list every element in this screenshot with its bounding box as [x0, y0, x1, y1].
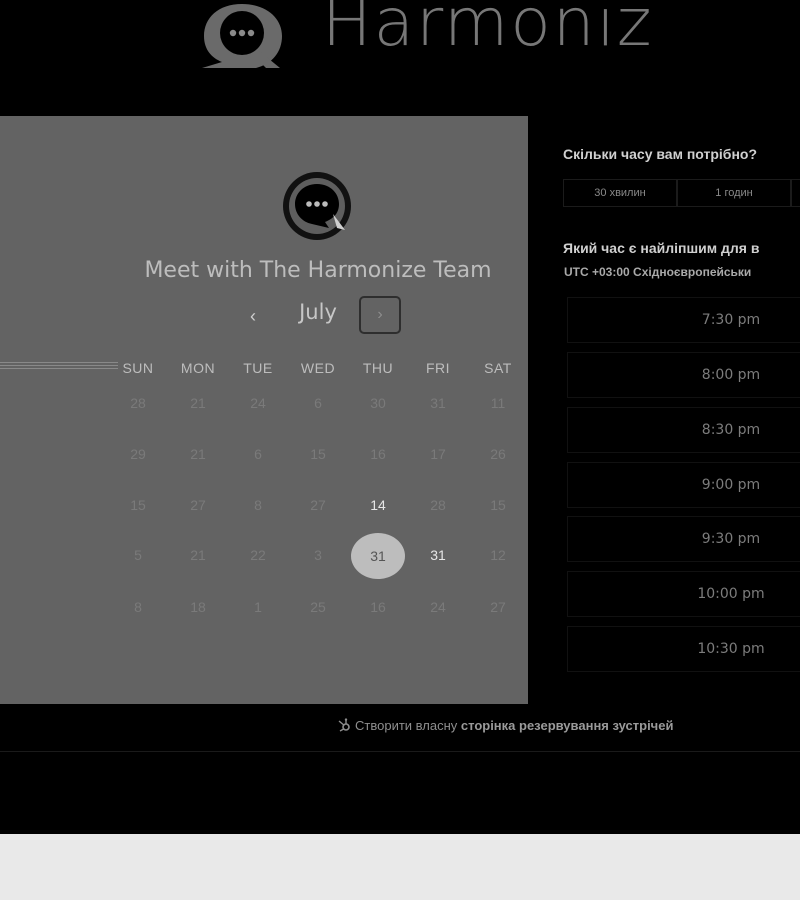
hubspot-sprocket-icon: [338, 718, 350, 732]
unavailable-day: 28: [130, 395, 146, 411]
unavailable-day: 1: [254, 599, 262, 615]
unavailable-day: 21: [190, 547, 206, 563]
unavailable-day: 15: [310, 446, 326, 462]
time-slot[interactable]: 8:30 pm: [567, 407, 800, 453]
timezone-name: Східноєвропейськи: [633, 265, 752, 279]
next-month-button[interactable]: ›: [359, 296, 401, 334]
time-slot[interactable]: 10:30 pm: [567, 626, 800, 672]
weekday-label: FRI: [425, 360, 451, 376]
divider: [0, 362, 118, 372]
time-question: Який час є найліпшим для в: [563, 240, 760, 256]
time-slot[interactable]: 10:00 pm: [567, 571, 800, 617]
unavailable-day: 29: [130, 446, 146, 462]
time-slot[interactable]: 9:30 pm: [567, 516, 800, 562]
footer-link-text: сторінка резервування зустрічей: [460, 718, 674, 733]
duration-option[interactable]: 1 годин: [677, 179, 791, 207]
available-day[interactable]: 14: [348, 497, 408, 513]
unavailable-day: 24: [250, 395, 266, 411]
unavailable-day: 24: [430, 599, 446, 615]
header: Harmoniz: [0, 0, 800, 115]
unavailable-day: 12: [490, 547, 506, 563]
weekday-label: MON: [180, 360, 216, 376]
unavailable-day: 21: [190, 446, 206, 462]
chat-bubble-icon: [202, 4, 282, 68]
unavailable-day: 26: [490, 446, 506, 462]
weekday-label: SUN: [122, 360, 154, 376]
unavailable-day: 15: [130, 497, 146, 513]
duration-option[interactable]: 30 хвилин: [563, 179, 677, 207]
time-slot-label: 10:00 pm: [697, 586, 765, 602]
time-slot-label: 7:30 pm: [701, 312, 761, 328]
unavailable-day: 30: [370, 395, 386, 411]
footer-prefix: Створити власну: [355, 718, 458, 733]
time-slot-label: 9:30 pm: [701, 531, 761, 547]
unavailable-day: 6: [314, 395, 322, 411]
unavailable-day: 17: [430, 446, 446, 462]
unavailable-day: 21: [190, 395, 206, 411]
time-slot[interactable]: 7:30 pm: [567, 297, 800, 343]
unavailable-day: 3: [314, 547, 322, 563]
unavailable-day: 27: [310, 497, 326, 513]
timezone-label[interactable]: UTC +03:00 Східноєвропейськи: [564, 265, 751, 279]
time-slot[interactable]: 9:00 pm: [567, 462, 800, 508]
brand-name: Harmoniz: [322, 0, 654, 61]
time-slot-label: 8:30 pm: [701, 422, 761, 438]
unavailable-day: 27: [490, 599, 506, 615]
unavailable-day: 8: [134, 599, 142, 615]
chat-bubble-icon: [283, 172, 351, 240]
unavailable-day: 8: [254, 497, 262, 513]
duration-option[interactable]: [791, 179, 800, 207]
unavailable-day: 18: [190, 599, 206, 615]
unavailable-day: 16: [370, 446, 386, 462]
unavailable-day: 22: [250, 547, 266, 563]
page-bottom-area: [0, 834, 800, 900]
weekday-label: WED: [300, 360, 336, 376]
weekday-label: SAT: [484, 360, 512, 376]
weekday-label: THU: [362, 360, 394, 376]
duration-question: Скільки часу вам потрібно?: [563, 146, 758, 162]
unavailable-day: 28: [430, 497, 446, 513]
unavailable-day: 15: [490, 497, 506, 513]
previous-month-button[interactable]: ‹: [238, 302, 268, 330]
unavailable-day: 27: [190, 497, 206, 513]
unavailable-day: 31: [430, 395, 446, 411]
available-day[interactable]: 31: [408, 547, 468, 563]
unavailable-day: 25: [310, 599, 326, 615]
unavailable-day: 16: [370, 599, 386, 615]
create-booking-page-link[interactable]: Створити власну сторінка резервування зу…: [337, 718, 673, 733]
month-label: July: [299, 300, 337, 324]
time-slot-label: 10:30 pm: [697, 641, 765, 657]
timezone-offset: UTC +03:00: [564, 265, 630, 279]
selected-day[interactable]: 31: [351, 533, 405, 579]
unavailable-day: 11: [490, 395, 506, 411]
time-slot-label: 8:00 pm: [701, 367, 761, 383]
time-slot[interactable]: 8:00 pm: [567, 352, 800, 398]
unavailable-day: 5: [134, 547, 142, 563]
weekday-label: TUE: [243, 360, 273, 376]
page-background: [0, 752, 800, 834]
time-slot-label: 9:00 pm: [701, 477, 761, 493]
unavailable-day: 6: [254, 446, 262, 462]
